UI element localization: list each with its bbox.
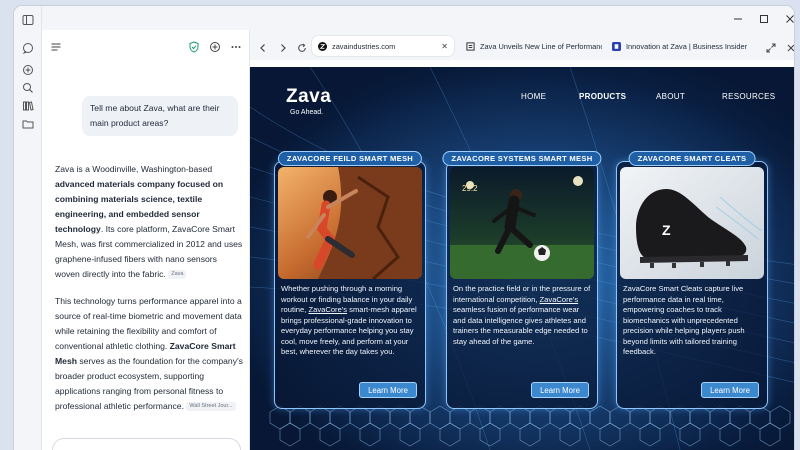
close-pane-icon[interactable] [786,40,794,52]
user-message: Tell me about Zava, what are their main … [82,96,238,136]
product-card-smart-cleats: ZAVACORE SMART CLEATS Z ZavaCore Smart C… [616,151,768,409]
library-icon[interactable] [22,100,34,112]
title-part: FEILD [333,154,357,163]
tab-title: zavaindustries.com [332,41,396,51]
learn-more-button[interactable]: Learn More [701,382,759,398]
description-text: seamless fusion of performance wear and … [453,305,588,346]
soccer-photo: 29.2 [450,167,594,279]
zava-logo[interactable]: Zava Go Ahead. [286,86,331,116]
scoreboard-text: 29.2 [462,184,478,193]
nav-about[interactable]: ABOUT [656,92,685,101]
tab-title: Zava Unveils New Line of Performance [480,41,602,51]
card-title: ZAVACORE SMART CLEATS [628,151,756,166]
description-link[interactable]: ZavaCore's [308,305,347,314]
minimize-icon[interactable] [732,12,744,24]
product-card-field-smart-mesh: ZAVACORE FEILD SMART MESH Whether pushin… [274,151,426,409]
citation-chip[interactable]: Zava [168,270,187,280]
nav-home[interactable]: HOME [521,92,546,101]
title-part: ZAVACORE [451,154,498,163]
climber-photo [278,167,422,279]
chat-panel: Tell me about Zava, what are their main … [42,30,250,450]
logo-text: Zava [286,86,332,107]
search-icon[interactable] [22,82,34,94]
title-part: SMART CLEATS [683,154,747,163]
left-rail [14,6,42,450]
assistant-answer: Zava is a Woodinville, Washington-based … [55,162,243,426]
refresh-icon[interactable] [297,40,307,52]
browser-pane: zavaindustries.com ✕ Zava Unveils New Li… [250,30,794,450]
close-tab-icon[interactable]: ✕ [441,42,448,51]
nav-resources[interactable]: RESOURCES [722,92,775,101]
tab-zavaindustries[interactable]: zavaindustries.com ✕ [312,36,454,56]
title-part: SMART MESH [536,154,593,163]
chat-toolbar [42,30,249,60]
news-favicon [466,41,475,51]
new-chat-icon[interactable] [22,64,34,76]
zava-website: Zava Go Ahead. HOME PRODUCTS ABOUT RESOU… [250,67,794,450]
tab-bar: zavaindustries.com ✕ Zava Unveils New Li… [250,30,794,60]
tab-innovation-at-zava[interactable]: Innovation at Zava | Business Insider [606,36,748,56]
answer-paragraph-2: This technology turns performance appare… [55,294,243,414]
close-window-icon[interactable] [784,12,794,24]
answer-text: Zava is a Woodinville, Washington-based [55,164,213,174]
title-bar [42,6,794,30]
cleat-photo: Z [620,167,764,279]
forward-icon[interactable] [278,40,288,52]
learn-more-button[interactable]: Learn More [359,382,417,398]
bi-favicon [612,41,621,51]
add-icon[interactable] [209,40,221,52]
card-description: Whether pushing through a morning workou… [281,284,421,358]
zava-favicon [318,41,327,51]
chat-icon[interactable] [22,42,34,54]
description-link[interactable]: ZavaCore's [540,295,579,304]
tab-title: Innovation at Zava | Business Insider [626,41,748,51]
description-text: ZavaCore Smart Cleats capture live perfo… [623,284,745,356]
card-description: ZavaCore Smart Cleats capture live perfo… [623,284,763,358]
menu-icon[interactable] [50,40,62,52]
title-part: SYSTEMS [497,154,537,163]
nav-products[interactable]: PRODUCTS [579,92,626,101]
logo-tagline: Go Ahead. [290,109,324,116]
tab-zava-unveils[interactable]: Zava Unveils New Line of Performance [460,36,602,56]
shield-check-icon[interactable] [188,40,200,53]
cleat-logo-text: Z [662,222,671,238]
folder-icon[interactable] [22,118,34,130]
maximize-icon[interactable] [758,12,770,24]
card-title: ZAVACORE SYSTEMS SMART MESH [442,151,602,166]
app-window: Tell me about Zava, what are their main … [14,6,794,450]
chat-composer[interactable] [52,438,241,450]
title-part: SMART MESH [356,154,414,163]
expand-icon[interactable] [766,40,776,53]
product-card-systems-smart-mesh: ZAVACORE SYSTEMS SMART MESH 29.2 On the … [442,151,602,409]
learn-more-button[interactable]: Learn More [531,382,589,398]
title-part: ZAVACORE [637,154,684,163]
back-icon[interactable] [258,40,268,52]
card-description: On the practice field or in the pressure… [453,284,593,347]
answer-paragraph-1: Zava is a Woodinville, Washington-based … [55,162,243,282]
sidebar-toggle-icon[interactable] [22,14,34,26]
title-part: ZAVACORE [286,154,334,163]
card-title: ZAVACORE FEILD SMART MESH [277,151,423,166]
more-options-icon[interactable] [230,40,242,52]
